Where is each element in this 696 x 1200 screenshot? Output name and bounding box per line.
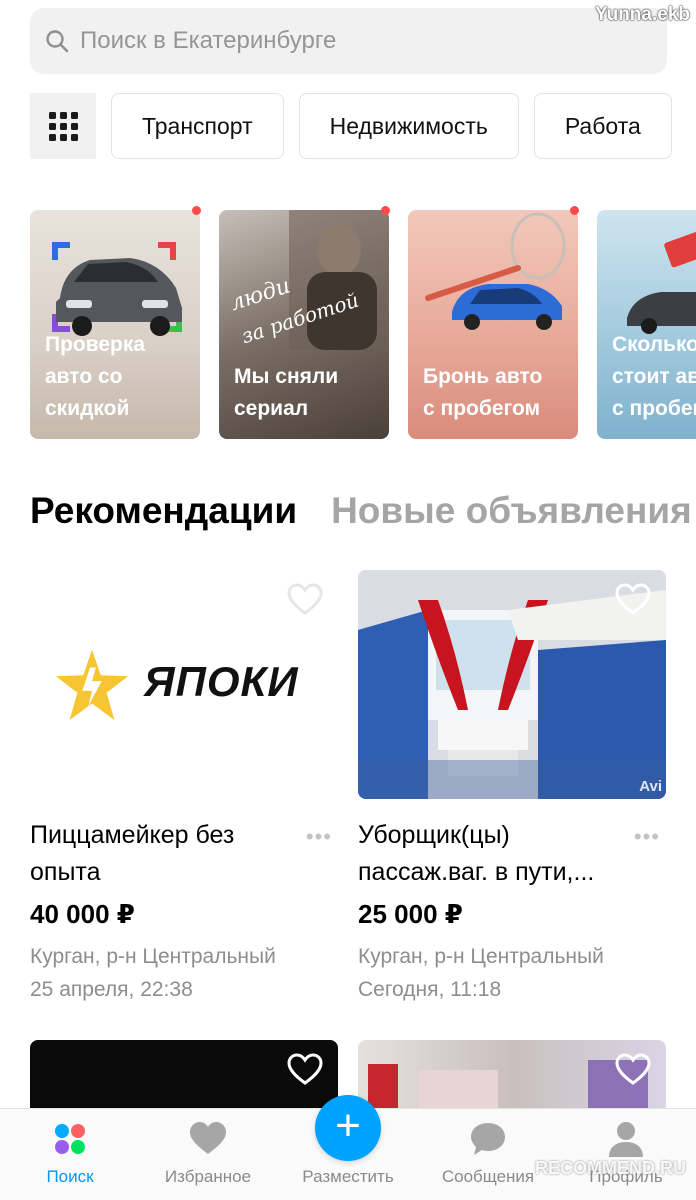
user-watermark: Yunna.ekb xyxy=(594,4,690,25)
people-at-work-image: люди за работой xyxy=(227,210,389,350)
star-logo-icon xyxy=(55,649,129,721)
site-watermark: RECOMMEND.RU xyxy=(535,1158,686,1178)
listing-image[interactable] xyxy=(30,1040,338,1110)
story-booking[interactable]: Бронь авто с пробегом xyxy=(408,210,578,439)
tab-new-listings[interactable]: Новые объявления xyxy=(331,490,692,532)
story-unread-dot xyxy=(192,206,201,215)
search-icon xyxy=(46,30,69,53)
listing-image: Avi xyxy=(358,570,666,799)
listing-card[interactable]: ЯПОКИ Пиццамейкер без опыта ••• 40 000 ₽… xyxy=(30,570,338,1006)
story-text: Мы сняли сериал xyxy=(234,365,339,420)
nav-search[interactable]: Поиск xyxy=(0,1119,140,1187)
listing-location: Курган, р-н Центральный xyxy=(30,945,276,968)
more-options-icon[interactable]: ••• xyxy=(634,824,660,850)
listing-price: 40 000 ₽ xyxy=(30,899,135,929)
favorite-heart-icon[interactable] xyxy=(614,582,652,616)
stories-carousel: Проверка авто со скидкой люди за работой… xyxy=(30,210,696,439)
search-bar[interactable]: Поиск в Екатеринбурге xyxy=(30,8,667,74)
plus-icon: + xyxy=(335,1101,361,1150)
car-net-image xyxy=(425,212,566,330)
listing-price: 25 000 ₽ xyxy=(358,899,463,929)
listing-title[interactable]: Пиццамейкер без опыта xyxy=(30,817,338,891)
more-options-icon[interactable]: ••• xyxy=(306,824,332,850)
search-input[interactable]: Поиск в Екатеринбурге xyxy=(80,27,336,55)
listing-location: Курган, р-н Центральный xyxy=(358,945,604,968)
favorite-heart-icon[interactable] xyxy=(614,1052,652,1086)
listing-image: ЯПОКИ xyxy=(30,570,338,799)
story-text: Сколько стоит авто с пробегом xyxy=(612,333,696,420)
category-chip-transport[interactable]: Транспорт xyxy=(111,93,284,159)
brand-logo-text: ЯПОКИ xyxy=(144,658,299,705)
category-chip-realty[interactable]: Недвижимость xyxy=(298,93,519,159)
person-icon xyxy=(609,1122,643,1157)
listing-date: Сегодня, 11:18 xyxy=(358,978,502,1001)
all-categories-button[interactable] xyxy=(30,93,96,159)
story-car-check[interactable]: Проверка авто со скидкой xyxy=(30,210,200,439)
story-price[interactable]: Сколько стоит авто с пробегом xyxy=(597,210,696,439)
story-unread-dot xyxy=(570,206,579,215)
post-ad-button[interactable]: + xyxy=(315,1095,381,1161)
listing-title[interactable]: Уборщик(цы) пассаж.ваг. в пути,... xyxy=(358,817,666,891)
car-tag-image xyxy=(627,230,696,334)
chat-bubble-icon xyxy=(471,1123,505,1155)
category-chip-jobs[interactable]: Работа xyxy=(533,93,672,159)
story-unread-dot xyxy=(381,206,390,215)
listing-image[interactable] xyxy=(358,1040,666,1110)
listing-date: 25 апреля, 22:38 xyxy=(30,978,193,1001)
nav-favorites[interactable]: Избранное xyxy=(138,1119,278,1187)
grid-icon xyxy=(48,111,78,141)
favorite-heart-icon[interactable] xyxy=(286,582,324,616)
search-dots-icon xyxy=(55,1124,85,1154)
tab-recommendations[interactable]: Рекомендации xyxy=(30,490,297,532)
story-series[interactable]: люди за работой Мы сняли сериал xyxy=(219,210,389,439)
feed-tabs: Рекомендации Новые объявления xyxy=(30,490,692,532)
story-text: Проверка авто со скидкой xyxy=(45,333,146,420)
story-text: Бронь авто с пробегом xyxy=(423,365,543,420)
favorite-heart-icon[interactable] xyxy=(286,1052,324,1086)
listing-card[interactable]: Avi Уборщик(цы) пассаж.ваг. в пути,... •… xyxy=(358,570,666,1006)
heart-icon xyxy=(190,1122,226,1154)
category-chips: Транспорт Недвижимость Работа xyxy=(30,93,696,159)
image-watermark: Avi xyxy=(639,778,662,795)
